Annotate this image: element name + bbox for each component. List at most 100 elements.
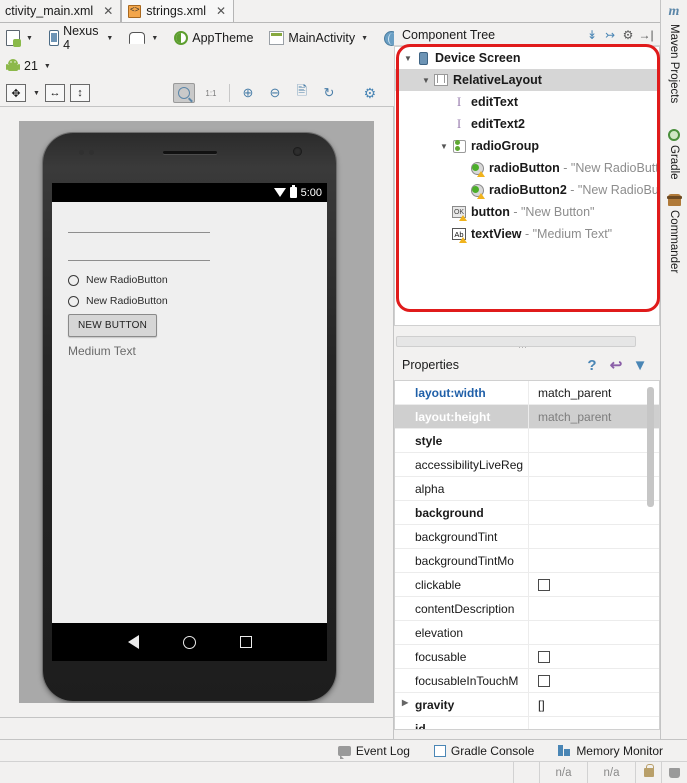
actual-size-icon[interactable]: 1:1 xyxy=(200,83,222,103)
gear-icon[interactable]: ⚙ xyxy=(359,83,381,103)
property-value[interactable] xyxy=(528,477,659,500)
property-row-focusableintouchm[interactable]: focusableInTouchM xyxy=(395,669,659,693)
api-level-dropdown[interactable]: 21 ▼ xyxy=(0,54,57,78)
property-row-alpha[interactable]: alpha xyxy=(395,477,659,501)
property-value[interactable] xyxy=(528,453,659,476)
sidebar-item-commander[interactable]: Commander xyxy=(661,193,687,277)
property-value[interactable] xyxy=(528,573,659,596)
device-screen[interactable]: 5:00 New RadioButton New RadioButton NEW… xyxy=(52,183,327,661)
property-value[interactable]: match_parent xyxy=(528,405,659,428)
fit-to-screen-icon[interactable]: ✥ xyxy=(6,84,26,102)
tree-node-radiobutton[interactable]: radioButton - "New RadioButt xyxy=(395,157,659,179)
expander-icon[interactable]: ▶ xyxy=(402,698,408,707)
pan-icon[interactable] xyxy=(172,83,195,103)
back-triangle-icon[interactable] xyxy=(127,635,139,649)
checkbox[interactable] xyxy=(538,650,550,663)
device-file-dropdown[interactable]: ▼ xyxy=(0,26,39,50)
property-row-gravity[interactable]: ▶ gravity [] xyxy=(395,693,659,717)
design-canvas[interactable]: 5:00 New RadioButton New RadioButton NEW… xyxy=(0,107,394,717)
restore-default-icon[interactable]: ↩ xyxy=(604,356,628,374)
properties-table[interactable]: layout:width match_parent layout:height mat… xyxy=(394,380,660,730)
close-icon[interactable]: ✕ xyxy=(216,4,226,18)
refresh-icon[interactable]: ↻ xyxy=(318,83,340,103)
status-item-gradle-console[interactable]: Gradle Console xyxy=(422,744,546,758)
filter-icon[interactable]: ▼ xyxy=(628,357,652,374)
property-value[interactable] xyxy=(528,645,659,668)
property-row-accessibilitylivereg[interactable]: accessibilityLiveReg xyxy=(395,453,659,477)
zoom-in-icon[interactable]: ⊕ xyxy=(237,83,259,103)
sidebar-item-maven-projects[interactable]: m Maven Projects xyxy=(661,4,687,107)
expand-all-icon[interactable]: ↡ xyxy=(583,26,601,44)
property-value[interactable] xyxy=(528,717,659,729)
component-tree[interactable]: ▼ Device Screen ▼ RelativeLayout IeditText Ie… xyxy=(394,46,660,326)
edit-text-1[interactable] xyxy=(68,232,210,233)
property-value[interactable] xyxy=(528,621,659,644)
property-row-elevation[interactable]: elevation xyxy=(395,621,659,645)
document-icon[interactable]: 🖹 xyxy=(291,83,313,103)
property-row-background[interactable]: background xyxy=(395,501,659,525)
encoding-indicator[interactable]: n/a xyxy=(587,761,635,783)
tree-node-button[interactable]: OK button - "New Button" xyxy=(395,201,659,223)
close-icon[interactable]: ✕ xyxy=(103,4,113,18)
gear-icon[interactable]: ⚙ xyxy=(619,26,637,44)
collapse-all-icon[interactable]: ↣ xyxy=(601,26,619,44)
activity-dropdown[interactable]: MainActivity ▼ xyxy=(263,26,374,50)
tree-node-relativelayout[interactable]: ▼ RelativeLayout xyxy=(395,69,659,91)
property-row-contentdescription[interactable]: contentDescription xyxy=(395,597,659,621)
line-column-indicator[interactable]: n/a xyxy=(539,761,587,783)
new-button[interactable]: NEW BUTTON xyxy=(68,314,158,337)
property-value[interactable]: match_parent xyxy=(528,381,659,404)
radio-button-2[interactable]: New RadioButton xyxy=(68,295,168,307)
tree-twisty-icon[interactable]: ▼ xyxy=(437,142,451,151)
status-item-memory-monitor[interactable]: Memory Monitor xyxy=(546,744,675,758)
status-item-event-log[interactable]: Event Log xyxy=(326,744,422,759)
home-circle-icon[interactable] xyxy=(182,635,196,649)
theme-dropdown[interactable]: AppTheme xyxy=(168,26,259,50)
property-row-clickable[interactable]: clickable xyxy=(395,573,659,597)
tree-twisty-icon[interactable]: ▼ xyxy=(419,76,433,85)
property-value[interactable] xyxy=(528,669,659,692)
property-row-backgroundtint[interactable]: backgroundTint xyxy=(395,525,659,549)
device-dropdown[interactable]: Nexus 4 ▼ xyxy=(43,24,119,52)
tab-activity-main-xml[interactable]: ctivity_main.xml ✕ xyxy=(0,0,122,22)
tab-strings-xml[interactable]: <> strings.xml ✕ xyxy=(121,0,235,22)
lock-indicator[interactable] xyxy=(635,761,661,783)
properties-scrollbar[interactable] xyxy=(647,387,654,507)
property-row-layout-width[interactable]: layout:width match_parent xyxy=(395,381,659,405)
radio-button-1[interactable]: New RadioButton xyxy=(68,274,168,286)
property-row-focusable[interactable]: focusable xyxy=(395,645,659,669)
sidebar-item-gradle[interactable]: Gradle xyxy=(661,129,687,184)
orientation-dropdown[interactable]: ▼ xyxy=(123,26,164,50)
checkbox[interactable] xyxy=(538,674,550,687)
edit-text-2[interactable] xyxy=(68,260,210,261)
hide-panel-icon[interactable]: →| xyxy=(637,26,655,44)
memory-gc-button[interactable] xyxy=(661,761,687,783)
property-row-layout-height[interactable]: layout:height match_parent xyxy=(395,405,659,429)
property-value[interactable] xyxy=(528,525,659,548)
zoom-out-icon[interactable]: ⊖ xyxy=(264,83,286,103)
tree-node-edittext[interactable]: IeditText xyxy=(395,91,659,113)
text-view[interactable]: Medium Text xyxy=(68,344,136,358)
checkbox[interactable] xyxy=(538,578,550,591)
property-row-style[interactable]: style xyxy=(395,429,659,453)
tree-node-radiobutton2[interactable]: radioButton2 - "New RadioBu xyxy=(395,179,659,201)
property-value[interactable]: [] xyxy=(528,693,659,716)
property-value[interactable] xyxy=(528,597,659,620)
fit-width-icon[interactable]: ↔ xyxy=(44,84,65,102)
recents-square-icon[interactable] xyxy=(239,636,252,648)
help-icon[interactable]: ? xyxy=(580,357,604,374)
tree-node-value: - "Medium Text" xyxy=(521,227,613,241)
chevron-down-icon[interactable]: ▼ xyxy=(33,90,40,97)
property-row-id[interactable]: id xyxy=(395,717,659,729)
tree-horizontal-scrollbar[interactable] xyxy=(396,336,636,347)
tree-node-radiogroup[interactable]: ▼ radioGroup xyxy=(395,135,659,157)
fit-height-icon[interactable]: ↕ xyxy=(69,84,90,102)
tree-twisty-icon[interactable]: ▼ xyxy=(401,54,415,63)
tree-node-textview[interactable]: Ab textView - "Medium Text" xyxy=(395,223,659,245)
property-row-backgroundtintmo[interactable]: backgroundTintMo xyxy=(395,549,659,573)
tree-node-device screen[interactable]: ▼ Device Screen xyxy=(395,47,659,69)
tree-node-edittext2[interactable]: IeditText2 xyxy=(395,113,659,135)
property-value[interactable] xyxy=(528,549,659,572)
property-value[interactable] xyxy=(528,429,659,452)
property-value[interactable] xyxy=(528,501,659,524)
